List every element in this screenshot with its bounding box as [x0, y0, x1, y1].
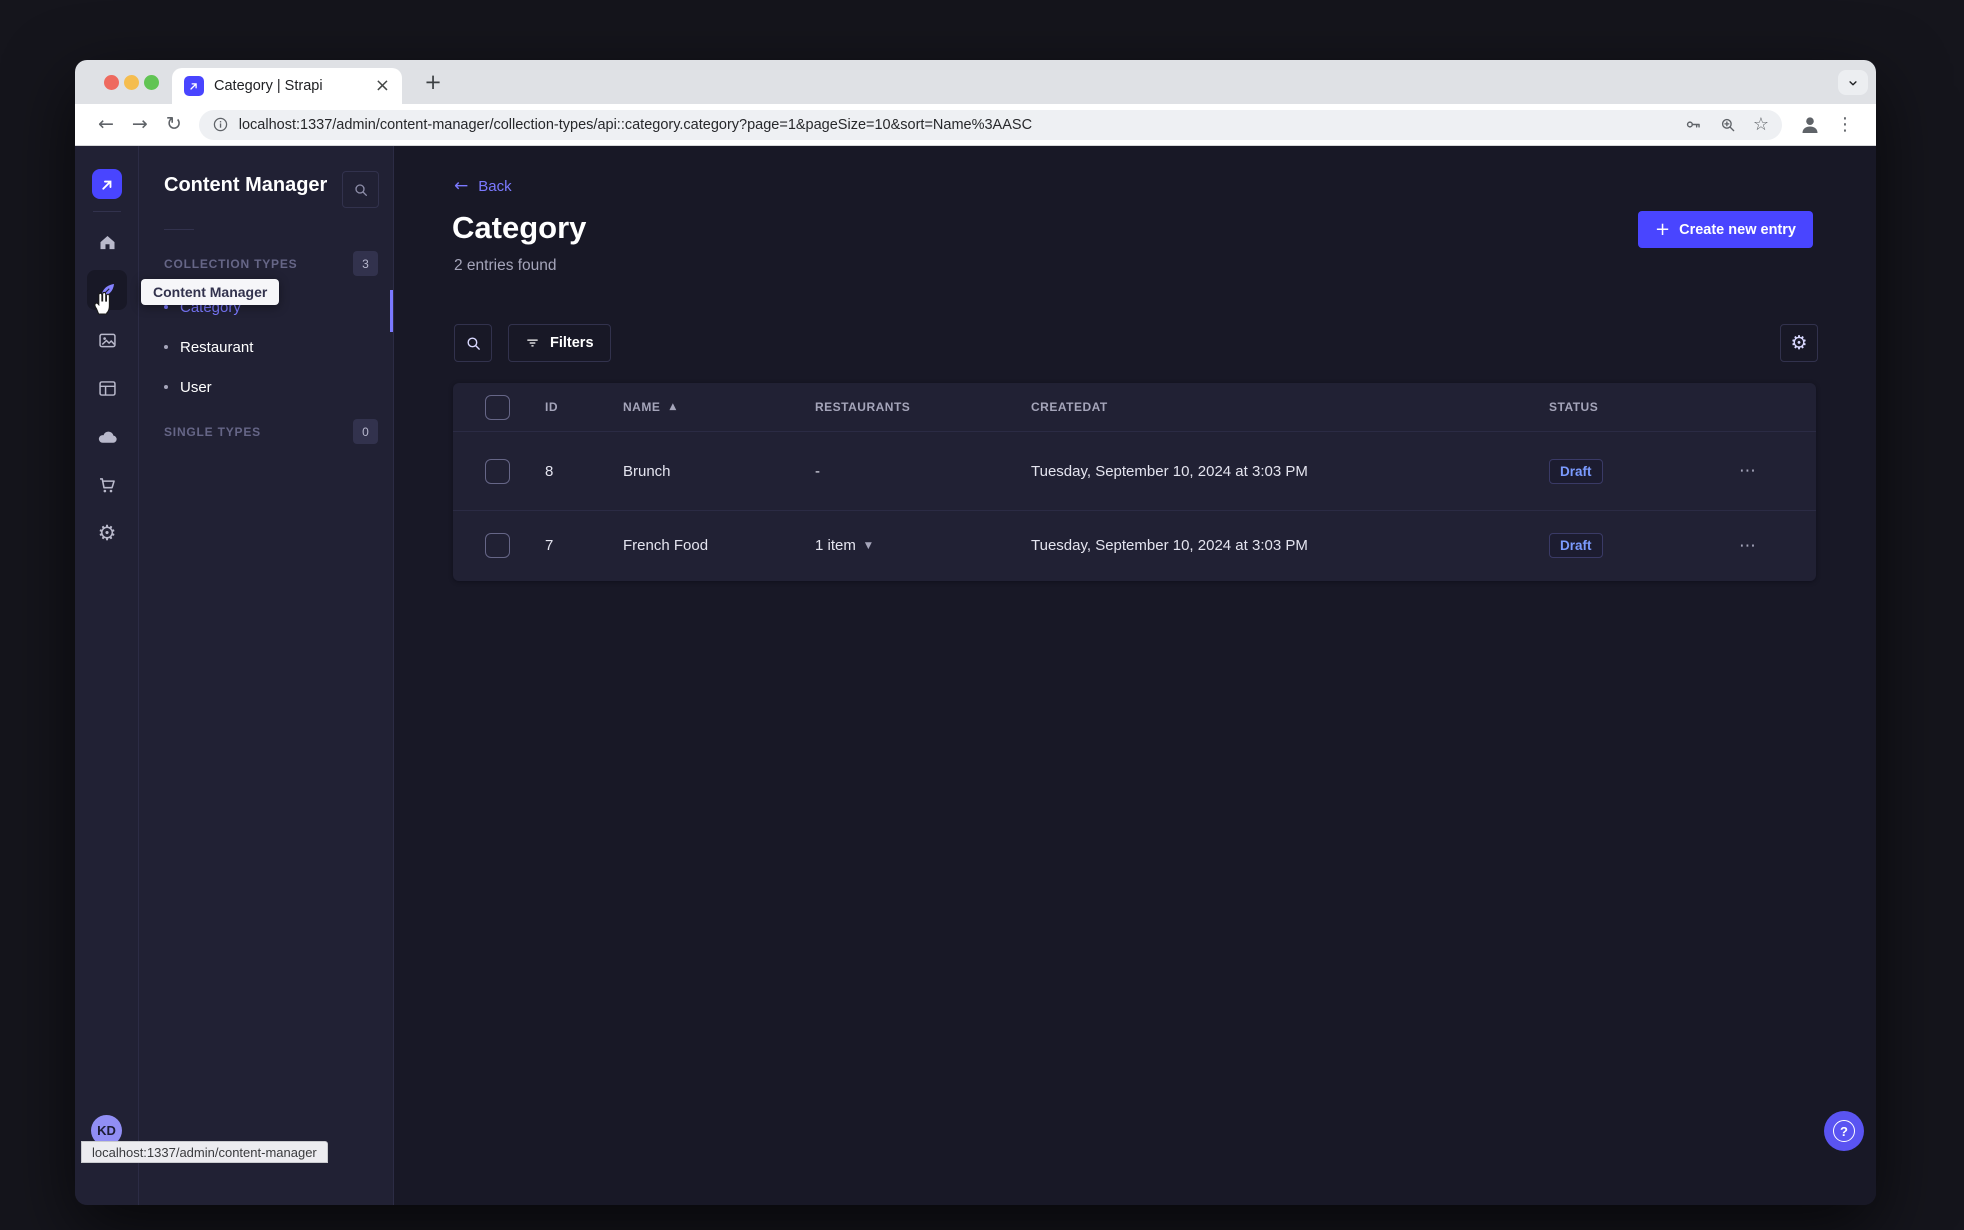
- column-header-restaurants: RESTAURANTS: [815, 400, 911, 414]
- tab-close-icon[interactable]: ×: [375, 77, 390, 95]
- status-badge: Draft: [1549, 533, 1603, 558]
- subnav-item-restaurant[interactable]: Restaurant: [164, 333, 253, 361]
- browser-tab[interactable]: Category | Strapi ×: [172, 68, 402, 104]
- browser-toolbar: ← → ↻ localhost:1337/admin/content-manag…: [75, 104, 1876, 146]
- row-checkbox[interactable]: [485, 533, 510, 558]
- zoom-window-button[interactable]: [144, 75, 159, 90]
- mouse-cursor-icon: [90, 289, 113, 316]
- forward-icon[interactable]: →: [132, 115, 148, 134]
- caret-down-icon: ▼: [864, 540, 872, 551]
- bookmark-star-icon[interactable]: ☆: [1753, 114, 1769, 135]
- cell-restaurants[interactable]: 1 item ▼: [815, 537, 1031, 554]
- table-row[interactable]: 7 French Food 1 item ▼ Tuesday, Septembe…: [453, 511, 1816, 580]
- table-row[interactable]: 8 Brunch - Tuesday, September 10, 2024 a…: [453, 432, 1816, 511]
- page-title: Category: [452, 210, 587, 245]
- subnav-title: Content Manager: [164, 174, 328, 196]
- tab-title: Category | Strapi: [214, 78, 323, 94]
- row-actions-icon[interactable]: ⋯: [1739, 536, 1757, 556]
- sort-ascending-icon: ▲: [669, 402, 677, 412]
- close-window-button[interactable]: [104, 75, 119, 90]
- back-icon[interactable]: ←: [98, 115, 114, 134]
- filter-icon: [525, 336, 540, 350]
- profile-icon[interactable]: [1798, 113, 1822, 137]
- help-button[interactable]: ?: [1824, 1111, 1864, 1151]
- content-type-builder-icon[interactable]: [87, 368, 127, 408]
- bullet-icon: [164, 305, 168, 309]
- filters-button[interactable]: Filters: [508, 324, 611, 362]
- cell-id: 7: [545, 537, 554, 554]
- password-key-icon[interactable]: [1684, 115, 1703, 134]
- table-header-row: ID NAME ▲ RESTAURANTS CREATEDAT STATUS: [453, 383, 1816, 432]
- strapi-logo-icon[interactable]: [92, 169, 122, 199]
- link-preview-statusbar: localhost:1337/admin/content-manager: [81, 1141, 328, 1163]
- url-text: localhost:1337/admin/content-manager/col…: [238, 116, 1033, 133]
- zoom-page-icon[interactable]: [1719, 116, 1737, 134]
- help-icon: ?: [1833, 1120, 1855, 1142]
- bullet-icon: [164, 345, 168, 349]
- cell-name: French Food: [623, 537, 709, 554]
- minimize-window-button[interactable]: [124, 75, 139, 90]
- cell-restaurants: -: [815, 462, 820, 480]
- new-tab-button[interactable]: +: [420, 69, 446, 95]
- column-header-id[interactable]: ID: [545, 400, 623, 414]
- status-badge: Draft: [1549, 458, 1603, 484]
- strapi-admin: ⚙ KD Content Manager COLLECTION TYPES 3 …: [75, 146, 1876, 1205]
- active-item-indicator: [390, 290, 393, 332]
- tab-search-chevron-icon[interactable]: [1838, 70, 1868, 95]
- site-info-icon[interactable]: [212, 116, 229, 133]
- create-new-entry-button[interactable]: + Create new entry: [1638, 211, 1813, 248]
- back-link[interactable]: ← Back: [454, 176, 512, 196]
- cell-createdat: Tuesday, September 10, 2024 at 3:03 PM: [1031, 537, 1308, 554]
- tab-strip: Category | Strapi × +: [75, 60, 1876, 104]
- plus-icon: +: [1655, 219, 1671, 240]
- select-all-checkbox[interactable]: [485, 394, 510, 420]
- content-manager-tooltip: Content Manager: [141, 279, 280, 305]
- marketplace-cart-icon[interactable]: [87, 465, 127, 505]
- reload-icon[interactable]: ↻: [166, 115, 182, 134]
- cloud-icon[interactable]: [87, 417, 127, 457]
- cell-name: Brunch: [623, 462, 671, 480]
- home-icon[interactable]: [87, 222, 127, 262]
- column-header-status: STATUS: [1549, 400, 1599, 414]
- back-arrow-icon: ←: [454, 176, 469, 196]
- collection-types-label: COLLECTION TYPES: [164, 257, 298, 271]
- subnav-search-button[interactable]: [342, 171, 379, 208]
- column-header-createdat: CREATEDAT: [1031, 400, 1108, 414]
- single-types-label: SINGLE TYPES: [164, 425, 261, 439]
- entries-count: 2 entries found: [454, 257, 557, 274]
- entries-table: ID NAME ▲ RESTAURANTS CREATEDAT STATUS 8…: [453, 383, 1816, 581]
- address-bar[interactable]: localhost:1337/admin/content-manager/col…: [198, 109, 1782, 140]
- subnav-divider: [164, 229, 194, 230]
- cell-id: 8: [545, 462, 554, 480]
- rail-divider: [93, 211, 121, 212]
- row-actions-icon[interactable]: ⋯: [1739, 461, 1757, 481]
- bullet-icon: [164, 385, 168, 389]
- view-settings-gear-icon[interactable]: ⚙: [1780, 324, 1818, 362]
- search-button[interactable]: [454, 324, 492, 362]
- media-library-icon[interactable]: [87, 320, 127, 360]
- single-types-count-badge: 0: [353, 419, 378, 444]
- collection-types-count-badge: 3: [353, 251, 378, 276]
- row-checkbox[interactable]: [485, 458, 510, 484]
- cell-createdat: Tuesday, September 10, 2024 at 3:03 PM: [1031, 462, 1308, 480]
- strapi-favicon-icon: [184, 76, 204, 96]
- settings-gear-icon[interactable]: ⚙: [87, 513, 127, 553]
- browser-window: Category | Strapi × + ← → ↻ localhost:13…: [75, 60, 1876, 1205]
- browser-menu-icon[interactable]: ⋮: [1836, 114, 1854, 135]
- subnav-item-user[interactable]: User: [164, 373, 212, 401]
- main-content: ← Back Category 2 entries found + Create…: [394, 146, 1876, 1205]
- column-header-name[interactable]: NAME ▲: [623, 400, 815, 414]
